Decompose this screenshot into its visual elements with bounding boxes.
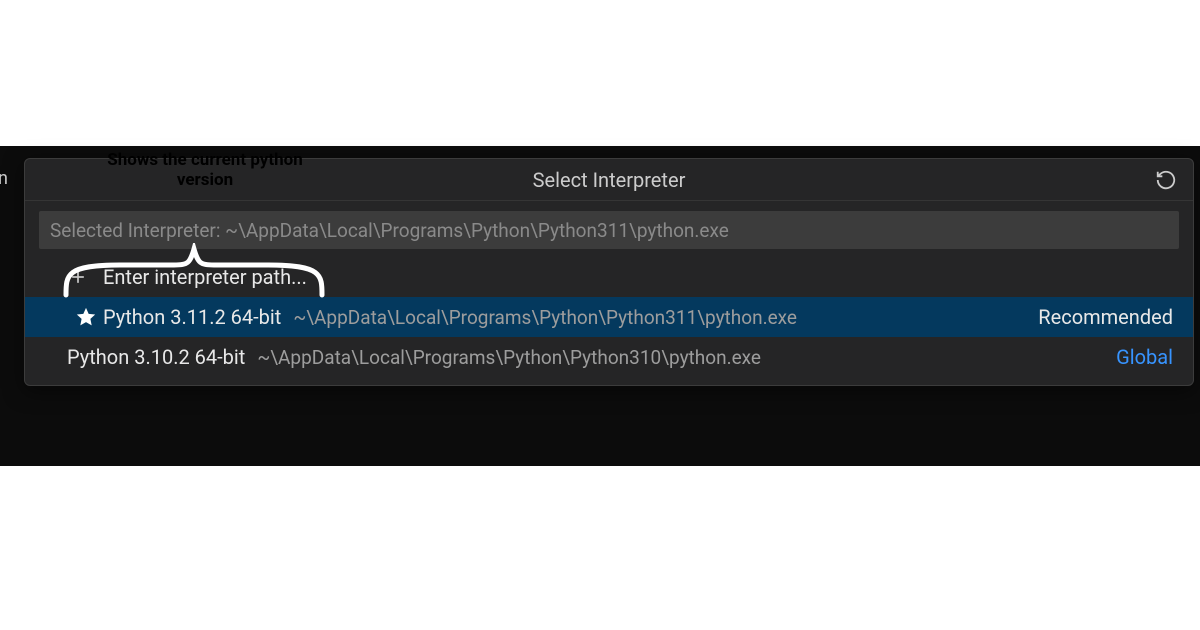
star-icon xyxy=(75,306,97,328)
global-badge: Global xyxy=(1100,345,1173,369)
item-label: Enter interpreter path... xyxy=(103,265,307,289)
refresh-button[interactable] xyxy=(1153,167,1179,193)
interpreter-picker-palette: Select Interpreter Enter interpreter pat… xyxy=(24,158,1194,386)
interpreter-list: Enter interpreter path... Python 3.11.2 … xyxy=(25,257,1193,385)
truncated-edge-text: n xyxy=(0,168,8,189)
enter-interpreter-path-item[interactable]: Enter interpreter path... xyxy=(25,257,1193,297)
item-label: Python 3.10.2 64-bit xyxy=(67,345,245,369)
refresh-icon xyxy=(1155,169,1177,191)
interpreter-search-input[interactable] xyxy=(50,219,1168,242)
item-path: ~\AppData\Local\Programs\Python\Python31… xyxy=(257,346,761,369)
item-path: ~\AppData\Local\Programs\Python\Python31… xyxy=(293,306,797,329)
item-label: Python 3.11.2 64-bit xyxy=(103,305,281,329)
plus-icon xyxy=(67,266,89,288)
recommended-badge: Recommended xyxy=(1022,305,1173,329)
interpreter-item-py310[interactable]: Python 3.10.2 64-bit ~\AppData\Local\Pro… xyxy=(25,337,1193,377)
interpreter-item-py311[interactable]: Python 3.11.2 64-bit ~\AppData\Local\Pro… xyxy=(25,297,1193,337)
interpreter-search-box[interactable] xyxy=(39,211,1179,249)
annotation-callout-text: Shows the current python version xyxy=(105,150,305,191)
